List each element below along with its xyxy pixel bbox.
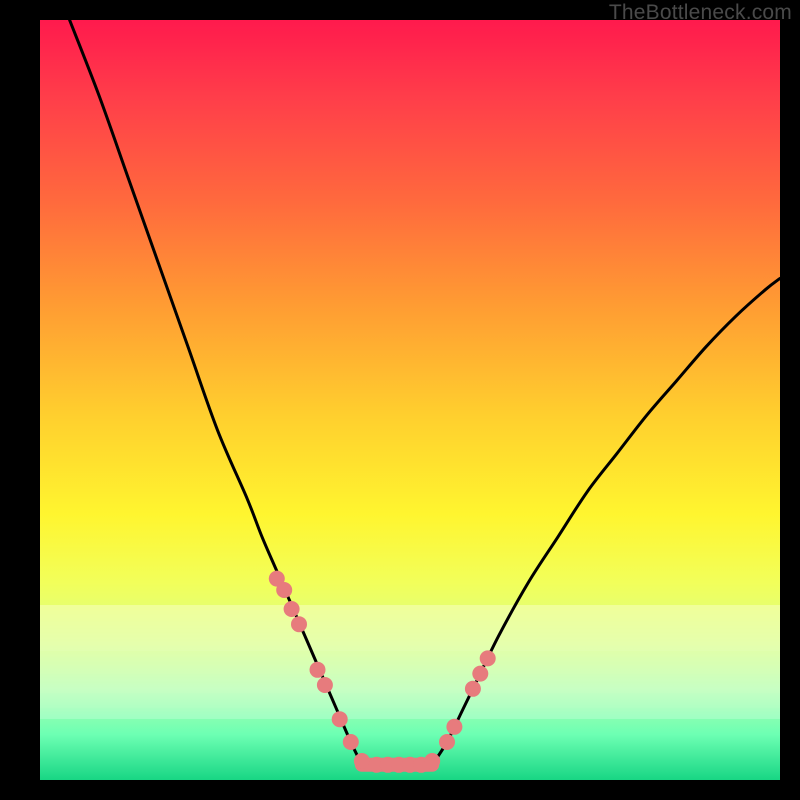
datapoint [343, 734, 359, 750]
plot-area [40, 20, 780, 780]
datapoint [472, 666, 488, 682]
datapoint [439, 734, 455, 750]
datapoint [310, 662, 326, 678]
datapoint [317, 677, 333, 693]
curve-right [432, 278, 780, 764]
datapoint [284, 601, 300, 617]
datapoint [276, 582, 292, 598]
datapoint [480, 650, 496, 666]
datapoint-group [269, 571, 496, 773]
watermark-text: TheBottleneck.com [609, 1, 792, 25]
datapoint [465, 681, 481, 697]
curve-left [70, 20, 362, 765]
datapoint [446, 719, 462, 735]
datapoint [424, 753, 440, 769]
chart-svg [40, 20, 780, 780]
datapoint [291, 616, 307, 632]
chart-frame: TheBottleneck.com [0, 0, 800, 800]
datapoint [332, 711, 348, 727]
datapoint [354, 753, 370, 769]
